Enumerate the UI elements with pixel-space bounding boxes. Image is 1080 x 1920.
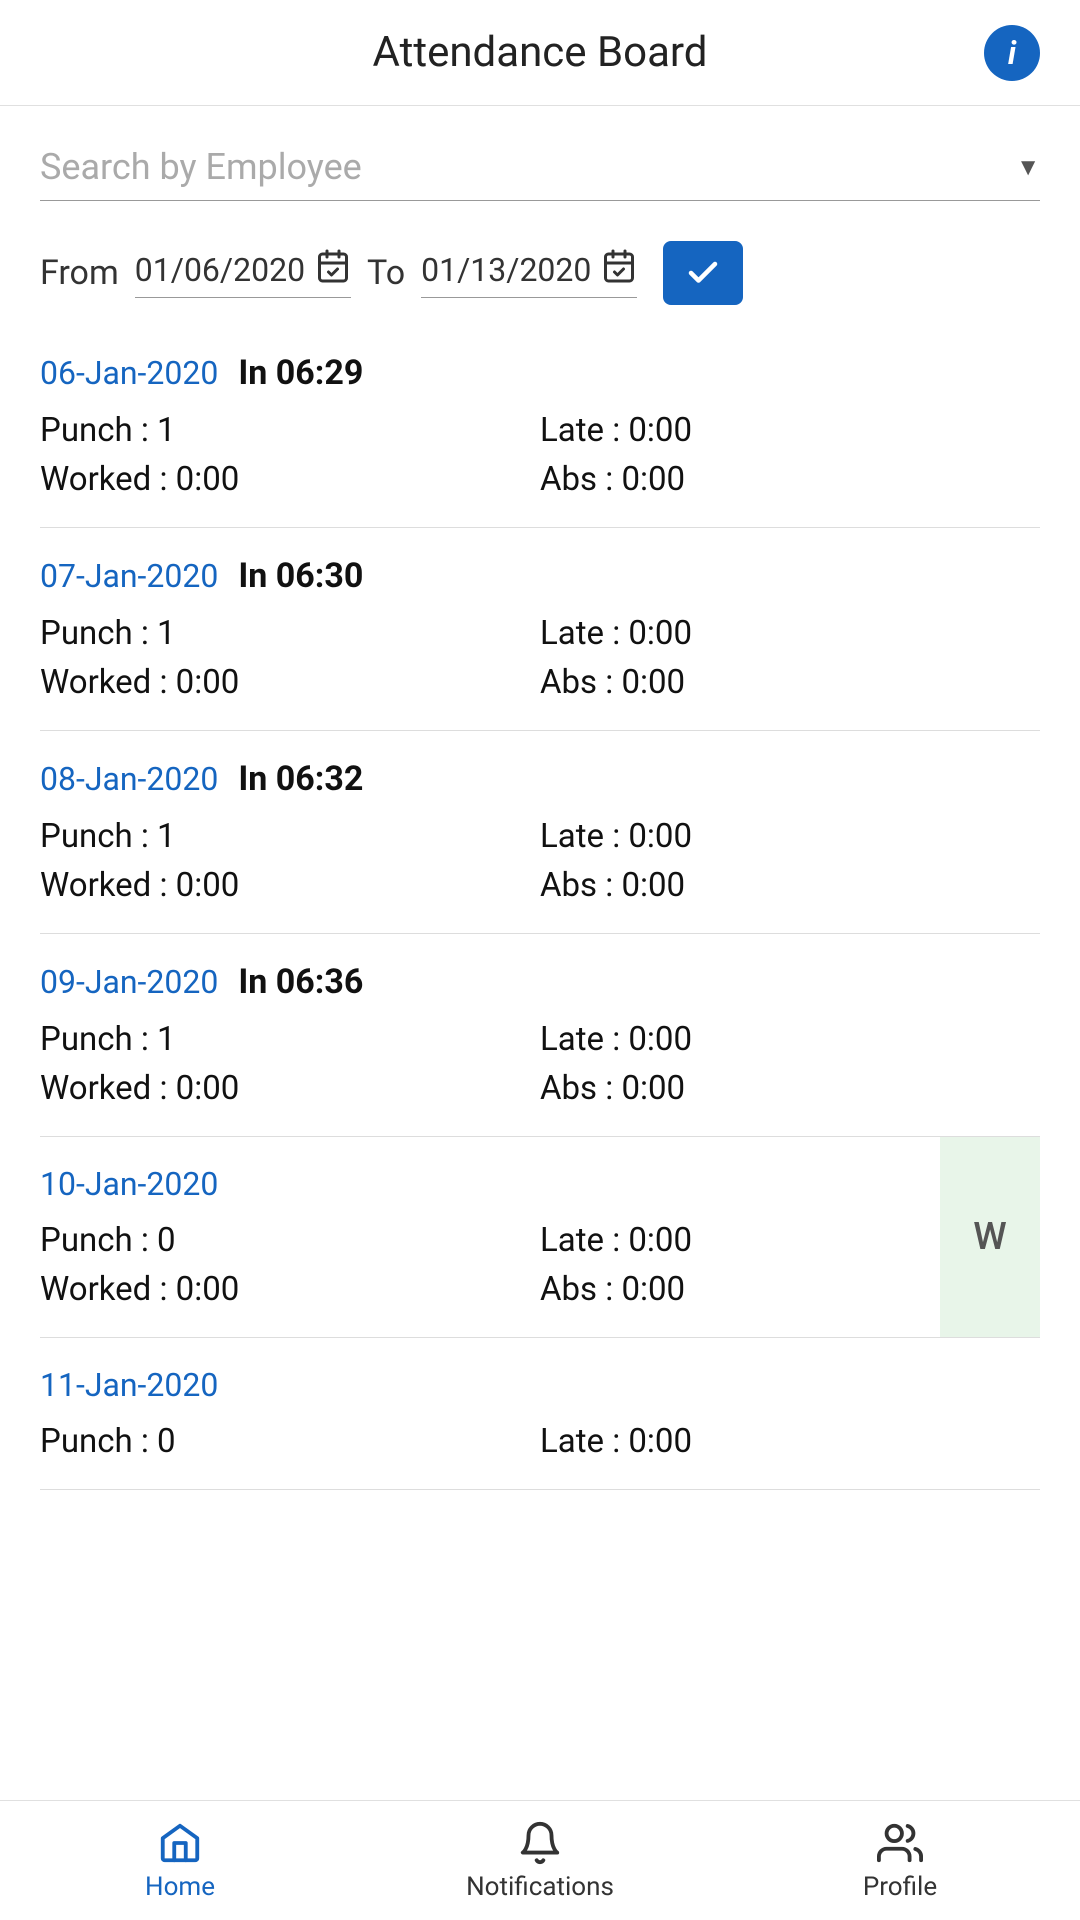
bell-icon [517, 1820, 563, 1866]
to-date-input[interactable]: 01/13/2020 [421, 248, 637, 298]
records-list: 06-Jan-2020 In 06:29 Punch : 1 Late : 0:… [0, 325, 1080, 1490]
record-punch-5: Punch : 0 [40, 1422, 540, 1461]
page-title: Attendance Board [373, 28, 708, 77]
nav-label-profile: Profile [863, 1872, 937, 1902]
confirm-date-button[interactable] [663, 241, 743, 305]
record-date-2: 08-Jan-2020 [40, 760, 218, 798]
to-calendar-icon[interactable] [601, 248, 637, 291]
record-header-4: 10-Jan-2020 [40, 1165, 1040, 1203]
record-punch-1: Punch : 1 [40, 614, 540, 653]
record-header-2: 08-Jan-2020 In 06:32 [40, 759, 1040, 799]
record-item-3[interactable]: 09-Jan-2020 In 06:36 Punch : 1 Late : 0:… [40, 934, 1040, 1137]
record-late-2: Late : 0:00 [540, 817, 1040, 856]
record-abs-2: Abs : 0:00 [540, 866, 1040, 905]
nav-item-home[interactable]: Home [0, 1820, 360, 1902]
record-late-3: Late : 0:00 [540, 1020, 1040, 1059]
record-worked-0: Worked : 0:00 [40, 460, 540, 499]
record-details-1: Punch : 1 Late : 0:00 Worked : 0:00 Abs … [40, 614, 1040, 702]
from-label: From [40, 253, 119, 293]
record-date-5: 11-Jan-2020 [40, 1366, 218, 1404]
record-punch-0: Punch : 1 [40, 411, 540, 450]
search-area: Search by Employee ▼ [0, 106, 1080, 211]
nav-label-home: Home [145, 1872, 215, 1902]
record-late-0: Late : 0:00 [540, 411, 1040, 450]
nav-label-notifications: Notifications [466, 1872, 614, 1902]
from-date-value: 01/06/2020 [135, 251, 305, 289]
record-item-5[interactable]: 11-Jan-2020 Punch : 0 Late : 0:00 [40, 1338, 1040, 1490]
record-header-0: 06-Jan-2020 In 06:29 [40, 353, 1040, 393]
record-item-1[interactable]: 07-Jan-2020 In 06:30 Punch : 1 Late : 0:… [40, 528, 1040, 731]
record-row-worked-2: Worked : 0:00 Abs : 0:00 [40, 866, 1040, 905]
record-header-3: 09-Jan-2020 In 06:36 [40, 962, 1040, 1002]
record-details-2: Punch : 1 Late : 0:00 Worked : 0:00 Abs … [40, 817, 1040, 905]
info-icon: i [1008, 34, 1016, 72]
record-punch-2: Punch : 1 [40, 817, 540, 856]
search-placeholder: Search by Employee [40, 146, 362, 188]
nav-item-notifications[interactable]: Notifications [360, 1820, 720, 1902]
header: Attendance Board i [0, 0, 1080, 106]
chevron-down-icon: ▼ [1016, 153, 1040, 182]
to-label: To [367, 253, 405, 293]
record-punch-4: Punch : 0 [40, 1221, 540, 1260]
record-details-3: Punch : 1 Late : 0:00 Worked : 0:00 Abs … [40, 1020, 1040, 1108]
record-row-worked-4: Worked : 0:00 Abs : 0:00 [40, 1270, 1040, 1309]
record-row-punch-3: Punch : 1 Late : 0:00 [40, 1020, 1040, 1059]
employee-search-dropdown[interactable]: Search by Employee ▼ [40, 146, 1040, 201]
profile-icon [877, 1820, 923, 1866]
info-button[interactable]: i [984, 25, 1040, 81]
record-details-0: Punch : 1 Late : 0:00 Worked : 0:00 Abs … [40, 411, 1040, 499]
record-date-0: 06-Jan-2020 [40, 354, 218, 392]
record-abs-0: Abs : 0:00 [540, 460, 1040, 499]
record-row-worked-1: Worked : 0:00 Abs : 0:00 [40, 663, 1040, 702]
record-date-3: 09-Jan-2020 [40, 963, 218, 1001]
record-item-2[interactable]: 08-Jan-2020 In 06:32 Punch : 1 Late : 0:… [40, 731, 1040, 934]
bottom-nav: Home Notifications Profile [0, 1800, 1080, 1920]
nav-item-profile[interactable]: Profile [720, 1820, 1080, 1902]
record-item-4[interactable]: 10-Jan-2020 Punch : 0 Late : 0:00 Worked… [40, 1137, 1040, 1338]
record-worked-1: Worked : 0:00 [40, 663, 540, 702]
record-abs-1: Abs : 0:00 [540, 663, 1040, 702]
record-details-5: Punch : 0 Late : 0:00 [40, 1422, 1040, 1461]
record-late-1: Late : 0:00 [540, 614, 1040, 653]
weekend-label-4: W [973, 1215, 1006, 1259]
record-worked-3: Worked : 0:00 [40, 1069, 540, 1108]
home-icon [157, 1820, 203, 1866]
record-punch-3: Punch : 1 [40, 1020, 540, 1059]
record-worked-2: Worked : 0:00 [40, 866, 540, 905]
date-filter-row: From 01/06/2020 To 01/13/2020 [0, 211, 1080, 325]
record-in-time-0: In 06:29 [238, 353, 363, 393]
record-header-5: 11-Jan-2020 [40, 1366, 1040, 1404]
record-row-worked-3: Worked : 0:00 Abs : 0:00 [40, 1069, 1040, 1108]
weekend-badge-4: W [940, 1137, 1040, 1337]
record-late-5: Late : 0:00 [540, 1422, 1040, 1461]
record-item-0[interactable]: 06-Jan-2020 In 06:29 Punch : 1 Late : 0:… [40, 325, 1040, 528]
record-row-punch-0: Punch : 1 Late : 0:00 [40, 411, 1040, 450]
record-row-punch-1: Punch : 1 Late : 0:00 [40, 614, 1040, 653]
record-abs-3: Abs : 0:00 [540, 1069, 1040, 1108]
record-worked-4: Worked : 0:00 [40, 1270, 540, 1309]
record-row-punch-2: Punch : 1 Late : 0:00 [40, 817, 1040, 856]
from-date-input[interactable]: 01/06/2020 [135, 248, 351, 298]
record-in-time-3: In 06:36 [238, 962, 363, 1002]
record-header-1: 07-Jan-2020 In 06:30 [40, 556, 1040, 596]
record-in-time-2: In 06:32 [238, 759, 363, 799]
record-row-punch-4: Punch : 0 Late : 0:00 [40, 1221, 1040, 1260]
record-details-4: Punch : 0 Late : 0:00 Worked : 0:00 Abs … [40, 1221, 1040, 1309]
record-date-1: 07-Jan-2020 [40, 557, 218, 595]
record-row-punch-5: Punch : 0 Late : 0:00 [40, 1422, 1040, 1461]
record-in-time-1: In 06:30 [238, 556, 363, 596]
to-date-value: 01/13/2020 [421, 251, 591, 289]
record-row-worked-0: Worked : 0:00 Abs : 0:00 [40, 460, 1040, 499]
record-date-4: 10-Jan-2020 [40, 1165, 218, 1203]
from-calendar-icon[interactable] [315, 248, 351, 291]
